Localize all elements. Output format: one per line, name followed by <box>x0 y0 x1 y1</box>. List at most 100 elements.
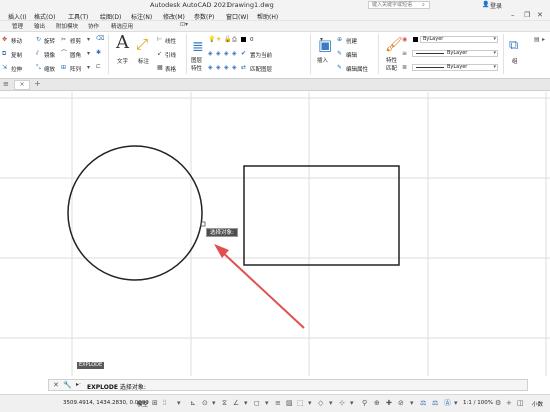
lineweight-dropdown[interactable]: ByLayer ▾ <box>412 64 498 71</box>
text-button[interactable]: 文字 <box>117 57 128 65</box>
layer-tool-icon[interactable]: ◈ <box>216 51 221 57</box>
dynamic-ucs-icon[interactable]: ⊹ <box>339 399 345 407</box>
edit-attributes-button[interactable]: 编辑属性 <box>346 65 368 73</box>
menu-help[interactable]: 帮助(H) <box>257 12 278 21</box>
lock-icon[interactable]: 🔓 <box>224 37 231 43</box>
menu-parametric[interactable]: 参数(P) <box>194 12 214 21</box>
polar-icon[interactable]: ⊙ <box>202 399 208 407</box>
annotation-scale[interactable]: 1:1 / 100% <box>463 400 493 406</box>
close-icon[interactable]: ✕ <box>53 381 59 389</box>
chevron-down-icon[interactable]: ▾ <box>177 399 181 407</box>
restore-icon[interactable]: ❐ <box>524 11 530 19</box>
chevron-down-icon[interactable]: ▾ <box>265 399 269 407</box>
layer-tool-icon[interactable]: ◈ <box>232 51 237 57</box>
wrench-icon[interactable]: 🔧 <box>63 381 72 389</box>
gizmo-icon[interactable]: ⊕ <box>374 399 380 407</box>
menu-insert[interactable]: 插入(I) <box>8 12 26 21</box>
menu-format[interactable]: 格式(O) <box>34 12 55 21</box>
units-button[interactable]: 小数 <box>532 400 543 408</box>
auto-scale-icon[interactable]: ⚖ <box>432 399 438 407</box>
grid-icon[interactable]: ⊞ <box>152 399 158 407</box>
tab-addins[interactable]: 附加模块 <box>56 22 78 30</box>
layer-tool-icon[interactable]: ◈ <box>216 65 221 71</box>
layer-tool-icon[interactable]: ◈ <box>224 65 229 71</box>
sun-icon[interactable]: ☀ <box>216 37 221 43</box>
chevron-down-icon[interactable]: ▾ <box>350 399 354 407</box>
chevron-down-icon[interactable]: ▾ <box>212 399 216 407</box>
3d-osnap-icon[interactable]: ◇ <box>318 399 323 407</box>
leader-button[interactable]: 引线 <box>165 51 176 59</box>
match-properties-button[interactable]: 特性 <box>386 56 397 64</box>
chevron-down-icon[interactable]: ▾ <box>410 399 414 407</box>
plus-icon[interactable]: + <box>506 399 512 407</box>
menu-modify[interactable]: 修改(M) <box>163 12 185 21</box>
isolate-objects-icon[interactable]: ◫ <box>517 399 524 407</box>
chevron-down-icon[interactable]: ▾ <box>308 399 312 407</box>
stretch-button[interactable]: 拉伸 <box>11 65 22 73</box>
print-icon[interactable]: ⎙ <box>232 37 237 43</box>
search-icon[interactable]: ⌕ <box>422 2 425 8</box>
isodraft-icon[interactable]: ⧖ <box>222 399 227 407</box>
fillet-button[interactable]: 圆角 <box>70 51 81 59</box>
scale-button[interactable]: 缩放 <box>44 65 55 73</box>
set-current-button[interactable]: 置为当前 <box>250 51 272 59</box>
help-search-input[interactable]: 键入关键字或短语 <box>368 1 430 9</box>
insert-block-button[interactable]: 插入 <box>317 56 328 64</box>
lineweight-toggle-icon[interactable]: ≡ <box>275 399 281 407</box>
linetype-dropdown[interactable]: ByLayer ▾ <box>412 50 498 57</box>
drawing-tab[interactable]: × <box>14 80 30 90</box>
new-tab-icon[interactable]: + <box>34 79 41 88</box>
color-dropdown[interactable]: ByLayer ▾ <box>420 36 498 43</box>
chevron-down-icon[interactable]: ▾ <box>87 37 90 43</box>
rotate-button[interactable]: 旋转 <box>44 37 55 45</box>
tab-collaborate[interactable]: 协作 <box>88 22 99 30</box>
layer-tool-icon[interactable]: ◈ <box>232 65 237 71</box>
chevron-down-icon[interactable]: ▾ <box>87 65 90 71</box>
chevron-down-icon[interactable]: ▾ <box>244 399 248 407</box>
dimension-button[interactable]: 标注 <box>138 57 149 65</box>
selection-cycling-icon[interactable]: ⬚ <box>297 399 304 407</box>
lightbulb-icon[interactable]: 💡 <box>208 37 215 43</box>
explode-icon[interactable]: ✱ <box>96 50 101 56</box>
table-button[interactable]: 表格 <box>165 65 176 73</box>
chevron-down-icon[interactable]: ▾ <box>329 399 333 407</box>
utilities-icon[interactable]: ▤ <box>534 37 540 43</box>
osnap-icon[interactable]: ◻ <box>254 399 260 407</box>
menu-icon[interactable]: ≡ <box>3 80 9 88</box>
user-icon[interactable]: 👤 <box>482 1 489 8</box>
circle-entity[interactable] <box>67 145 203 281</box>
annotation-monitor-icon[interactable]: ✚ <box>386 399 392 407</box>
chevron-down-icon[interactable]: ⊡▾ <box>180 21 188 28</box>
chevron-down-icon[interactable]: ▾ <box>87 51 90 57</box>
command-input[interactable]: EXPLODE 选择对象: <box>87 382 146 391</box>
erase-icon[interactable]: ⌫ <box>96 36 104 42</box>
tab-output[interactable]: 输出 <box>34 22 45 30</box>
more-icon[interactable]: ▸ <box>542 37 545 43</box>
gear-icon[interactable]: ⚙ <box>495 399 501 407</box>
close-icon[interactable]: ✕ <box>537 11 543 19</box>
menu-window[interactable]: 窗口(W) <box>226 12 249 21</box>
layer-properties-button[interactable]: 图层 <box>191 56 202 64</box>
minimize-icon[interactable]: – <box>511 11 515 19</box>
layer-tool-icon[interactable]: ◈ <box>208 51 213 57</box>
snap-icon[interactable]: ⦙⦙ <box>163 399 166 407</box>
layer-tool-icon[interactable]: ◈ <box>224 51 229 57</box>
object-tracking-icon[interactable]: ∠ <box>233 399 239 407</box>
tab-featured-apps[interactable]: 精选应用 <box>111 22 133 30</box>
rectangle-entity[interactable] <box>243 165 400 266</box>
layer-tool-icon[interactable]: ◈ <box>208 65 213 71</box>
linear-button[interactable]: 线性 <box>165 37 176 45</box>
match-layer-button[interactable]: 匹配图层 <box>250 65 272 73</box>
close-icon[interactable]: × <box>19 81 24 88</box>
annotation-visibility-icon[interactable]: ⊘ <box>398 399 404 407</box>
offset-icon[interactable]: ⊏ <box>96 64 101 70</box>
chevron-down-icon[interactable]: ▾ <box>454 399 458 407</box>
model-space-button[interactable]: 模型 <box>137 400 148 408</box>
transparency-icon[interactable]: ▨ <box>286 399 293 407</box>
menu-tools[interactable]: 工具(T) <box>68 12 88 21</box>
copy-button[interactable]: 复制 <box>11 51 22 59</box>
login-link[interactable]: 登录 <box>490 1 502 10</box>
menu-dimension[interactable]: 标注(N) <box>131 12 152 21</box>
create-block-button[interactable]: 创建 <box>346 37 357 45</box>
ortho-icon[interactable]: ⊾ <box>190 399 196 407</box>
